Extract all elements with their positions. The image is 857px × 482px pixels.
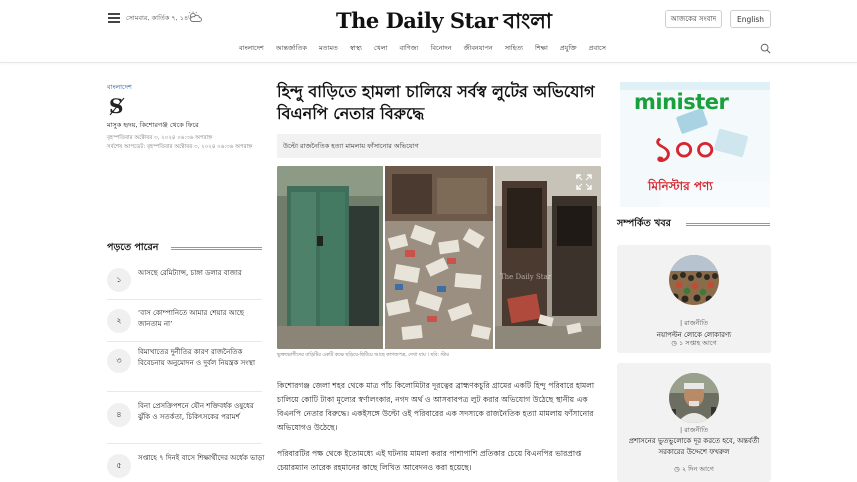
top-bar: সোমবার, কার্তিক ৭, ১৪৩২ The Daily Star ব… xyxy=(0,0,857,38)
site-logo[interactable]: The Daily Star বাংলা xyxy=(336,5,552,33)
search-icon[interactable] xyxy=(760,43,771,54)
read-more-number: ৩ xyxy=(107,349,131,373)
related-news-thumbnail[interactable] xyxy=(669,255,719,305)
daily-star-emblem-icon: S xyxy=(109,95,125,117)
related-news-thumbnail[interactable] xyxy=(669,373,719,423)
read-more-number: ২ xyxy=(107,309,131,333)
logo-english: The Daily Star xyxy=(336,8,498,33)
related-news-heading: সম্পর্কিত খবর xyxy=(617,218,671,229)
updated-date: সর্বশেষ আপডেট: বৃহস্পতিবার অক্টোবর ৩, ২০… xyxy=(107,144,253,150)
advertisement-banner[interactable]: minister ১০০ মিনিস্টার পণ্য xyxy=(620,82,770,207)
read-more-title[interactable]: বিনা প্রেসক্রিপশনে যৌন শক্তিবর্ধক ওষুধের… xyxy=(138,401,268,423)
article-hero-image[interactable] xyxy=(277,166,601,349)
nav-item-opinion[interactable]: মতামত xyxy=(313,43,344,54)
read-more-title[interactable]: সপ্তাহে ৭ দিনই বাসে শিক্ষার্থীদের অর্ধেক… xyxy=(138,453,268,464)
read-more-heading: পড়তে পারেন xyxy=(107,242,159,253)
nav-item-entertainment[interactable]: বিনোদন xyxy=(424,43,457,54)
article-paragraph: পরিবারটির পক্ষ থেকে ইতোমধ্যে এই ঘটনায় ম… xyxy=(277,449,582,472)
related-heading-rule xyxy=(686,223,770,226)
today-news-button[interactable]: আজকের সংবাদ xyxy=(665,10,722,28)
nav-item-health[interactable]: স্বাস্থ্য xyxy=(344,43,368,54)
english-button[interactable]: English xyxy=(730,10,771,28)
article-category-link[interactable]: বাংলাদেশ xyxy=(107,82,132,93)
article-author[interactable]: মাসুক হৃদয়, কিশোরগঞ্জ থেকে ফিরে xyxy=(107,120,199,131)
read-more-separator xyxy=(107,341,262,342)
nav-item-literature[interactable]: সাহিত্য xyxy=(499,43,529,54)
article-paragraph: কিশোরগঞ্জ জেলা শহর থেকে মাত্র পাঁচ কিলোম… xyxy=(277,381,595,432)
article-headline: হিন্দু বাড়িতে হামলা চালিয়ে সর্বস্ব লুট… xyxy=(277,82,595,123)
nav-item-expat[interactable]: প্রবাসে xyxy=(583,43,612,54)
read-more-number: ৫ xyxy=(107,454,131,478)
nav-item-technology[interactable]: প্রযুক্তি xyxy=(554,43,583,54)
read-more-number: ১ xyxy=(107,268,131,292)
nav-item-lifestyle[interactable]: জীবনযাপন xyxy=(458,43,499,54)
read-more-number: ৪ xyxy=(107,403,131,427)
related-news-time: ◷ ২ দিন আগে xyxy=(674,465,714,473)
current-date: সোমবার, কার্তিক ৭, ১৪৩২ xyxy=(126,14,197,22)
menu-icon[interactable] xyxy=(108,13,120,23)
publish-time: বৃহস্পতিবার অক্টোবর ৩, ২০২৪ ০৬:৩৬ অপরাহ্… xyxy=(107,134,267,152)
related-news-card[interactable]: | রাজনীতি নয়াপল্টন লোকে লোকারণ্য xyxy=(617,245,771,353)
ad-number: ১০০ xyxy=(652,130,716,170)
nav-item-education[interactable]: শিক্ষা xyxy=(529,43,554,54)
read-more-heading-rule xyxy=(171,247,262,250)
nav-item-international[interactable]: আন্তর্জাতিক xyxy=(270,43,313,54)
published-date: বৃহস্পতিবার অক্টোবর ৩, ২০২৪ ০৬:৩৬ অপরাহ্… xyxy=(107,135,213,141)
related-news-card[interactable]: | রাজনীতি প্রশাসনের ভুতভুলোকে দূর করতে হ… xyxy=(617,363,771,482)
nav-item-business[interactable]: বাণিজ্য xyxy=(393,43,424,54)
expand-icon[interactable] xyxy=(575,173,593,191)
main-nav: বাংলাদেশ আন্তর্জাতিক মতামত স্বাস্থ্য খেল… xyxy=(0,40,857,58)
header-divider xyxy=(0,62,857,63)
related-news-title[interactable]: প্রশাসনের ভুতভুলোকে দূর করতে হবে, অন্তর্… xyxy=(617,436,771,458)
read-more-separator xyxy=(107,391,262,392)
related-news-category[interactable]: | রাজনীতি xyxy=(617,425,771,436)
partly-cloudy-icon xyxy=(188,11,202,22)
nav-item-sports[interactable]: খেলা xyxy=(368,43,394,54)
article-subtitle: উল্টো রাজনৈতিক হত্যা মামলায় ফাঁসানোর অভ… xyxy=(277,134,601,158)
logo-bangla: বাংলা xyxy=(503,9,552,33)
read-more-separator xyxy=(107,443,262,444)
read-more-separator xyxy=(107,299,262,300)
nav-item-bangladesh[interactable]: বাংলাদেশ xyxy=(239,43,270,54)
related-news-category[interactable]: | রাজনীতি xyxy=(617,318,771,329)
image-caption: ভুক্তভোগীদের বাড়িটির একটি কক্ষে ছড়িয়ে… xyxy=(277,353,449,358)
ad-tagline: মিনিস্টার পণ্য xyxy=(648,179,713,193)
read-more-title[interactable]: বিমাখাতের দুর্নীতির কারণ রাজনৈতিক বিবেচন… xyxy=(138,347,268,369)
related-news-time: ◷ ১ সপ্তাহ আগে xyxy=(671,339,717,347)
ad-brand: minister xyxy=(634,90,729,114)
read-more-title[interactable]: আসছে রেমিট্যান্স, চাঙ্গা ডলার বাজার xyxy=(138,268,268,279)
image-watermark: The Daily Star xyxy=(500,273,552,281)
read-more-title[interactable]: ‘বাস কোম্পানিতে আমার শেয়ার আছে জানতাম ন… xyxy=(138,308,268,330)
